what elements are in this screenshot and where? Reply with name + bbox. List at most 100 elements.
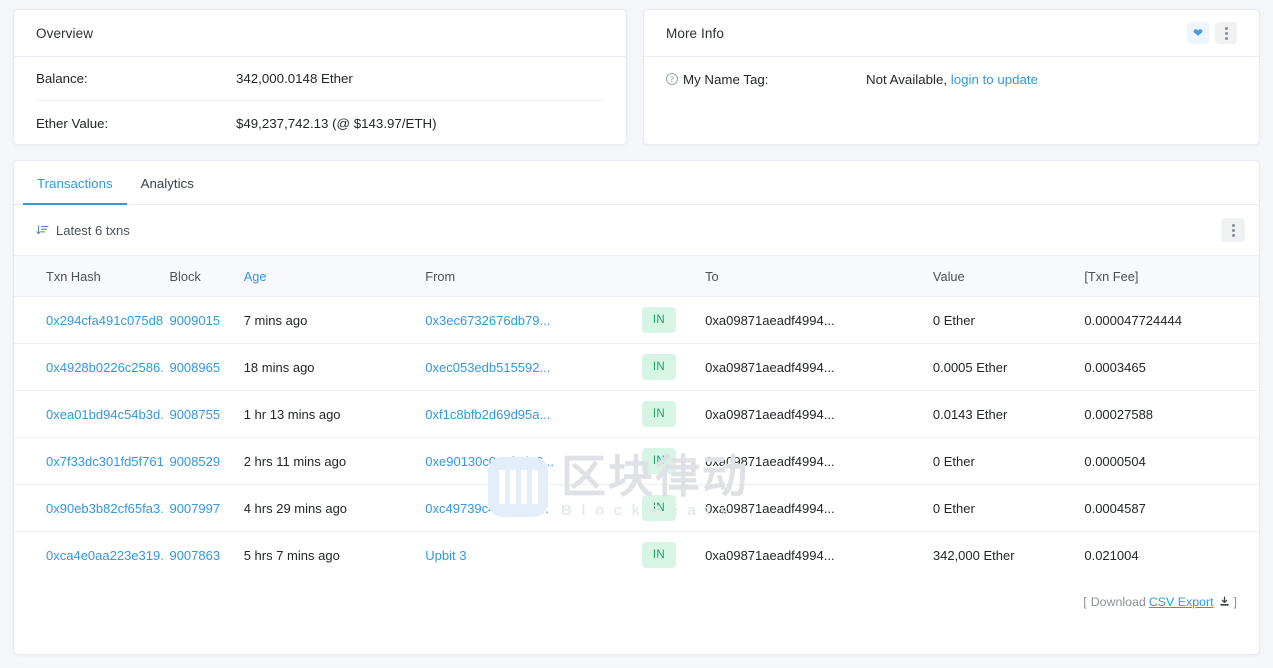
overview-card-body: Balance: 342,000.0148 Ether Ether Value:… bbox=[14, 57, 626, 145]
direction-badge: IN bbox=[641, 448, 676, 474]
column-header-from[interactable]: From bbox=[419, 255, 636, 297]
download-icon[interactable] bbox=[1219, 596, 1230, 607]
block-link[interactable]: 9008965 bbox=[169, 360, 220, 375]
more-info-menu-button[interactable] bbox=[1215, 22, 1237, 44]
txn-hash-link[interactable]: 0x4928b0226c2586... bbox=[46, 360, 163, 375]
favorite-button[interactable]: ❤ bbox=[1187, 22, 1209, 44]
transactions-table: Txn Hash Block Age From To Value [Txn Fe… bbox=[14, 255, 1259, 579]
from-address-link[interactable]: 0xf1c8bfb2d69d95a... bbox=[425, 407, 550, 422]
txn-hash-link[interactable]: 0x294cfa491c075d8... bbox=[46, 313, 163, 328]
bracket-close: ] bbox=[1233, 594, 1237, 609]
value-cell: 0 Ether bbox=[926, 296, 1079, 344]
column-header-txn-hash[interactable]: Txn Hash bbox=[14, 255, 164, 297]
name-tag-value-wrap: Not Available, login to update bbox=[866, 72, 1038, 87]
block-link[interactable]: 9008755 bbox=[169, 407, 220, 422]
more-info-card-body: ? My Name Tag: Not Available, login to u… bbox=[644, 57, 1259, 101]
tab-analytics[interactable]: Analytics bbox=[127, 162, 208, 205]
from-address-link[interactable]: 0xc49739c49bca25... bbox=[425, 501, 549, 516]
balance-label: Balance: bbox=[36, 71, 88, 86]
kebab-menu-icon bbox=[1224, 26, 1228, 40]
to-address-cell: 0xa09871aeadf4994... bbox=[699, 484, 927, 532]
column-header-direction bbox=[635, 255, 700, 297]
direction-badge: IN bbox=[641, 354, 676, 380]
table-header: Txn Hash Block Age From To Value [Txn Fe… bbox=[14, 255, 1259, 297]
direction-badge: IN bbox=[641, 495, 676, 521]
csv-export-link[interactable]: CSV Export bbox=[1149, 595, 1214, 609]
tab-transactions[interactable]: Transactions bbox=[23, 162, 127, 205]
overview-card: Overview Balance: 342,000.0148 Ether Eth… bbox=[13, 9, 627, 145]
table-row: 0x90eb3b82cf65fa3... 9007997 4 hrs 29 mi… bbox=[14, 484, 1259, 532]
direction-badge: IN bbox=[641, 401, 676, 427]
name-tag-value: Not Available, bbox=[866, 71, 948, 87]
txn-fee-cell: 0.0000504 bbox=[1078, 437, 1259, 485]
txn-fee-cell: 0.000047724444 bbox=[1078, 296, 1259, 344]
direction-badge: IN bbox=[641, 307, 676, 333]
bracket-open: [ bbox=[1083, 594, 1087, 609]
block-link[interactable]: 9009015 bbox=[169, 313, 220, 328]
column-header-to[interactable]: To bbox=[699, 255, 927, 297]
latest-txns-wrap: Latest 6 txns bbox=[36, 223, 130, 238]
table-footer: [ Download CSV Export ] bbox=[14, 579, 1259, 625]
table-row: 0x7f33dc301fd5f761... 9008529 2 hrs 11 m… bbox=[14, 437, 1259, 485]
age-cell: 5 hrs 7 mins ago bbox=[243, 547, 340, 563]
txn-hash-link[interactable]: 0xca4e0aa223e319... bbox=[46, 548, 163, 563]
summary-row: Overview Balance: 342,000.0148 Ether Eth… bbox=[13, 9, 1260, 145]
overview-card-header: Overview bbox=[14, 10, 626, 57]
from-address-link[interactable]: 0x3ec6732676db79... bbox=[425, 313, 550, 328]
value-cell: 0.0143 Ether bbox=[926, 390, 1079, 438]
to-address-cell: 0xa09871aeadf4994... bbox=[699, 296, 927, 344]
table-row: 0x4928b0226c2586... 9008965 18 mins ago … bbox=[14, 343, 1259, 391]
txn-fee-cell: 0.0004587 bbox=[1078, 484, 1259, 532]
transactions-menu-button[interactable] bbox=[1221, 218, 1245, 242]
direction-badge: IN bbox=[641, 542, 676, 569]
sort-descending-icon[interactable] bbox=[36, 224, 49, 237]
transactions-panel: Transactions Analytics Latest 6 txns Txn… bbox=[13, 160, 1260, 655]
name-tag-row: ? My Name Tag: Not Available, login to u… bbox=[666, 57, 1237, 101]
latest-txns-text: Latest 6 txns bbox=[56, 222, 130, 238]
download-label: Download bbox=[1090, 594, 1146, 609]
table-body: 0x294cfa491c075d8... 9009015 7 mins ago … bbox=[14, 296, 1259, 579]
kebab-menu-icon bbox=[1231, 223, 1235, 237]
txn-fee-cell: 0.021004 bbox=[1084, 547, 1139, 563]
panel-tabs: Transactions Analytics bbox=[14, 161, 1259, 205]
ether-value-row: Ether Value: $49,237,742.13 (@ $143.97/E… bbox=[36, 101, 604, 145]
name-tag-label-wrap: ? My Name Tag: bbox=[666, 72, 866, 87]
name-tag-label: My Name Tag: bbox=[683, 71, 769, 87]
txn-hash-link[interactable]: 0xea01bd94c54b3d... bbox=[46, 407, 163, 422]
column-header-value[interactable]: Value bbox=[926, 255, 1079, 297]
value-cell: 0 Ether bbox=[926, 437, 1079, 485]
age-cell: 18 mins ago bbox=[237, 343, 420, 391]
block-link[interactable]: 9007863 bbox=[169, 548, 220, 563]
txn-fee-cell: 0.00027588 bbox=[1078, 390, 1259, 438]
to-address-cell: 0xa09871aeadf4994... bbox=[699, 437, 927, 485]
login-to-update-link[interactable]: login to update bbox=[951, 72, 1038, 87]
transactions-subbar: Latest 6 txns bbox=[14, 205, 1259, 255]
column-header-txn-fee[interactable]: [Txn Fee] bbox=[1078, 255, 1259, 297]
table-row: 0xca4e0aa223e319... 9007863 5 hrs 7 mins… bbox=[14, 532, 1259, 579]
column-header-block[interactable]: Block bbox=[163, 255, 238, 297]
block-link[interactable]: 9007997 bbox=[169, 501, 220, 516]
column-header-age[interactable]: Age bbox=[237, 255, 420, 297]
overview-title: Overview bbox=[36, 25, 94, 41]
account-page: Overview Balance: 342,000.0148 Ether Eth… bbox=[0, 0, 1273, 668]
value-cell: 0.0005 Ether bbox=[926, 343, 1079, 391]
ether-value-value: $49,237,742.13 (@ $143.97/ETH) bbox=[236, 115, 437, 131]
from-address-link[interactable]: Upbit 3 bbox=[425, 548, 466, 563]
value-cell: 342,000 Ether bbox=[932, 547, 1015, 563]
to-address-cell: 0xa09871aeadf4994... bbox=[699, 343, 927, 391]
txn-hash-link[interactable]: 0x90eb3b82cf65fa3... bbox=[46, 501, 163, 516]
txn-hash-link[interactable]: 0x7f33dc301fd5f761... bbox=[46, 454, 163, 469]
balance-value: 342,000.0148 Ether bbox=[236, 71, 353, 86]
value-cell: 0 Ether bbox=[926, 484, 1079, 532]
age-cell: 1 hr 13 mins ago bbox=[237, 390, 420, 438]
from-address-link[interactable]: 0xe90130c0aef0da6... bbox=[425, 454, 554, 469]
question-mark-icon[interactable]: ? bbox=[666, 73, 678, 85]
heart-icon: ❤ bbox=[1192, 26, 1204, 40]
txn-fee-cell: 0.0003465 bbox=[1078, 343, 1259, 391]
from-address-link[interactable]: 0xec053edb515592... bbox=[425, 360, 550, 375]
block-link[interactable]: 9008529 bbox=[169, 454, 220, 469]
more-info-card: More Info ❤ ? My Name Tag: Not Available… bbox=[643, 9, 1260, 145]
ether-value-label: Ether Value: bbox=[36, 115, 109, 131]
table-header-row: Txn Hash Block Age From To Value [Txn Fe… bbox=[14, 255, 1259, 297]
more-info-card-header: More Info ❤ bbox=[644, 10, 1259, 57]
